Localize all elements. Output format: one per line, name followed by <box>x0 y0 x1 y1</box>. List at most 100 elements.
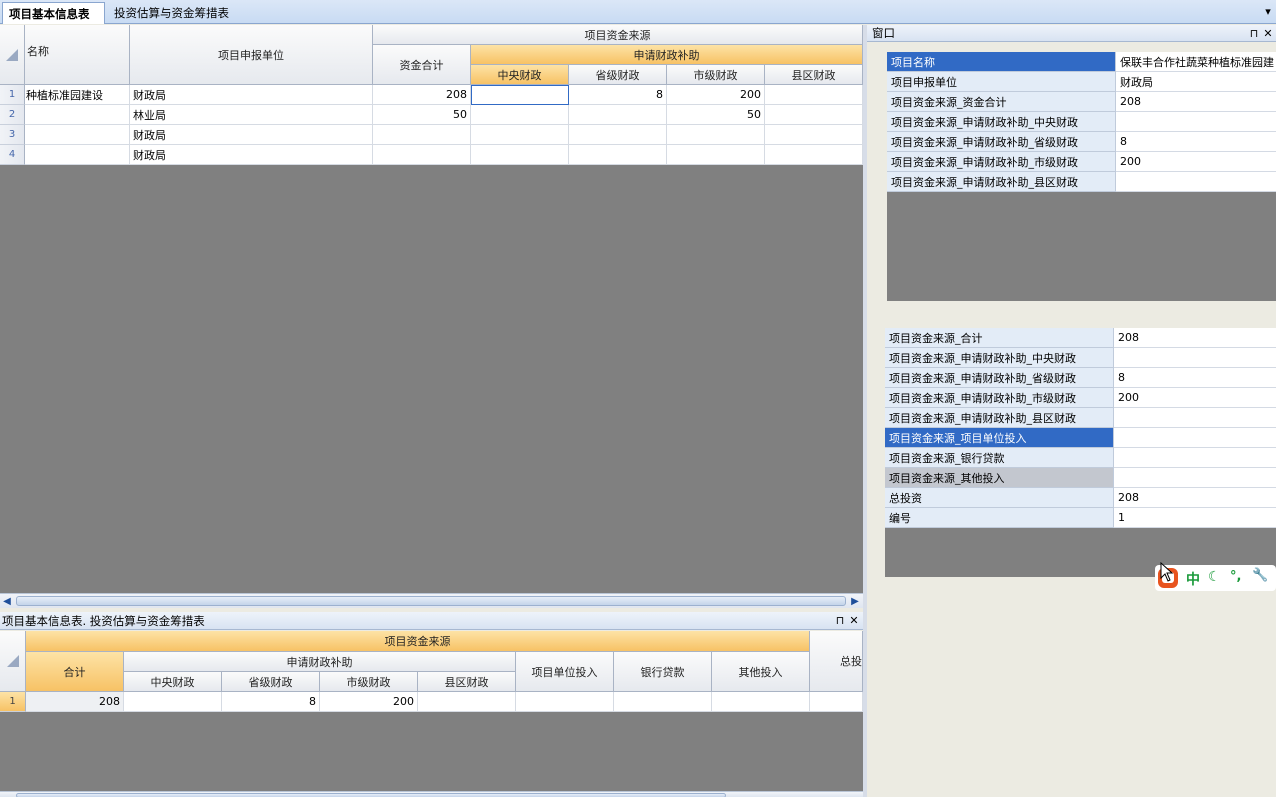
prop-key[interactable]: 项目资金来源_申请财政补助_省级财政 <box>887 132 1116 152</box>
prop-value[interactable] <box>1114 348 1276 368</box>
wrench-icon[interactable]: 🔧 <box>1252 568 1268 583</box>
table-cell-province[interactable]: 8 <box>569 85 667 105</box>
col-header-county[interactable]: 县区财政 <box>418 672 516 692</box>
prop-key[interactable]: 项目资金来源_合计 <box>885 328 1114 348</box>
tab-dropdown-icon[interactable]: ▾ <box>1262 5 1274 18</box>
prop-key[interactable]: 项目资金来源_申请财政补助_县区财政 <box>885 408 1114 428</box>
ime-chinese-mode[interactable]: 中 <box>1186 569 1200 589</box>
table-cell-name[interactable] <box>25 105 130 125</box>
col-header-subsidy-group[interactable]: 申请财政补助 <box>124 652 516 672</box>
table-cell-unit[interactable]: 财政局 <box>130 145 373 165</box>
prop-value[interactable]: 200 <box>1116 152 1276 172</box>
col-header-sum[interactable]: 合计 <box>26 652 124 692</box>
table-cell-city[interactable]: 200 <box>667 85 765 105</box>
prop-value[interactable] <box>1116 172 1276 192</box>
col-header-unit-invest[interactable]: 项目单位投入 <box>516 652 614 692</box>
prop-value[interactable]: 208 <box>1114 328 1276 348</box>
scroll-right-icon[interactable]: ▶ <box>848 594 862 608</box>
table-cell-total-invest[interactable] <box>810 692 863 712</box>
table-cell-total[interactable]: 50 <box>373 105 471 125</box>
prop-value[interactable]: 8 <box>1114 368 1276 388</box>
prop-value[interactable] <box>1114 468 1276 488</box>
table-cell-city[interactable]: 200 <box>320 692 418 712</box>
row-header[interactable]: 3 <box>0 125 25 145</box>
col-header-central[interactable]: 中央财政 <box>471 65 569 85</box>
table-cell-county[interactable] <box>765 105 863 125</box>
table-cell-central-focused[interactable] <box>471 85 569 105</box>
table-cell-sum[interactable]: 208 <box>26 692 124 712</box>
main-horizontal-scrollbar[interactable]: ◀ ▶ <box>0 593 863 608</box>
grid-corner[interactable] <box>0 631 26 692</box>
col-header-county[interactable]: 县区财政 <box>765 65 863 85</box>
tab-project-basic-info[interactable]: 项目基本信息表 <box>2 2 105 24</box>
pin-icon[interactable]: ⊓ <box>834 614 846 627</box>
prop-value[interactable] <box>1114 448 1276 468</box>
prop-key[interactable]: 项目申报单位 <box>887 72 1116 92</box>
col-header-central[interactable]: 中央财政 <box>124 672 222 692</box>
table-cell-name[interactable]: 种植标准园建设 <box>25 85 130 105</box>
col-header-province[interactable]: 省级财政 <box>222 672 320 692</box>
panel-splitter[interactable] <box>863 25 867 797</box>
prop-value[interactable]: 208 <box>1116 92 1276 112</box>
scroll-thumb[interactable] <box>16 793 726 797</box>
prop-key[interactable]: 项目资金来源_申请财政补助_县区财政 <box>887 172 1116 192</box>
row-header[interactable]: 2 <box>0 105 25 125</box>
table-cell-central[interactable] <box>471 125 569 145</box>
prop-value[interactable]: 8 <box>1116 132 1276 152</box>
table-cell-central[interactable] <box>471 145 569 165</box>
prop-value[interactable] <box>1114 428 1276 448</box>
table-cell-city[interactable] <box>667 145 765 165</box>
grid-corner[interactable] <box>0 25 25 85</box>
moon-icon[interactable]: ☾ <box>1208 569 1221 585</box>
col-header-total[interactable]: 资金合计 <box>373 45 471 85</box>
close-icon[interactable]: ✕ <box>1262 27 1274 40</box>
prop-key[interactable]: 项目资金来源_银行贷款 <box>885 448 1114 468</box>
table-cell-county[interactable] <box>765 125 863 145</box>
prop-value[interactable] <box>1114 408 1276 428</box>
bottom-horizontal-scrollbar[interactable] <box>0 791 863 797</box>
table-cell-province[interactable]: 8 <box>222 692 320 712</box>
col-header-city[interactable]: 市级财政 <box>320 672 418 692</box>
row-header[interactable]: 4 <box>0 145 25 165</box>
col-header-other-invest[interactable]: 其他投入 <box>712 652 810 692</box>
prop-key[interactable]: 项目资金来源_申请财政补助_省级财政 <box>885 368 1114 388</box>
prop-value[interactable]: 200 <box>1114 388 1276 408</box>
table-cell-total[interactable]: 208 <box>373 85 471 105</box>
prop-key[interactable]: 项目资金来源_申请财政补助_市级财政 <box>885 388 1114 408</box>
table-cell-province[interactable] <box>569 145 667 165</box>
prop-key-hover[interactable]: 项目资金来源_其他投入 <box>885 468 1114 488</box>
prop-key[interactable]: 项目资金来源_申请财政补助_市级财政 <box>887 152 1116 172</box>
punctuation-icon[interactable]: °, <box>1230 569 1241 584</box>
tab-investment-estimate[interactable]: 投资估算与资金筹措表 <box>108 2 235 24</box>
pin-icon[interactable]: ⊓ <box>1248 27 1260 40</box>
table-cell-county[interactable] <box>765 85 863 105</box>
col-header-subsidy-group[interactable]: 申请财政补助 <box>471 45 863 65</box>
col-header-bank-loan[interactable]: 银行贷款 <box>614 652 712 692</box>
col-header-source-group[interactable]: 项目资金来源 <box>373 25 863 45</box>
row-header[interactable]: 1 <box>0 692 26 712</box>
scroll-thumb[interactable] <box>16 596 846 606</box>
table-cell-central[interactable] <box>471 105 569 125</box>
table-cell-total[interactable] <box>373 125 471 145</box>
table-cell-other-invest[interactable] <box>712 692 810 712</box>
prop-key[interactable]: 项目名称 <box>887 52 1116 72</box>
close-icon[interactable]: ✕ <box>848 614 860 627</box>
table-cell-central[interactable] <box>124 692 222 712</box>
prop-value[interactable]: 保联丰合作社蔬菜种植标准园建 <box>1116 52 1276 72</box>
prop-key[interactable]: 编号 <box>885 508 1114 528</box>
prop-key-selected[interactable]: 项目资金来源_项目单位投入 <box>885 428 1114 448</box>
table-cell-county[interactable] <box>418 692 516 712</box>
table-cell-unit[interactable]: 林业局 <box>130 105 373 125</box>
table-cell-city[interactable] <box>667 125 765 145</box>
prop-key[interactable]: 项目资金来源_资金合计 <box>887 92 1116 112</box>
prop-value[interactable] <box>1116 112 1276 132</box>
col-header-unit[interactable]: 项目申报单位 <box>130 25 373 85</box>
table-cell-province[interactable] <box>569 125 667 145</box>
table-cell-name[interactable] <box>25 125 130 145</box>
table-cell-unit[interactable]: 财政局 <box>130 85 373 105</box>
prop-value[interactable]: 财政局 <box>1116 72 1276 92</box>
col-header-city[interactable]: 市级财政 <box>667 65 765 85</box>
table-cell-county[interactable] <box>765 145 863 165</box>
col-header-source-group[interactable]: 项目资金来源 <box>26 631 810 652</box>
scroll-left-icon[interactable]: ◀ <box>0 594 14 608</box>
